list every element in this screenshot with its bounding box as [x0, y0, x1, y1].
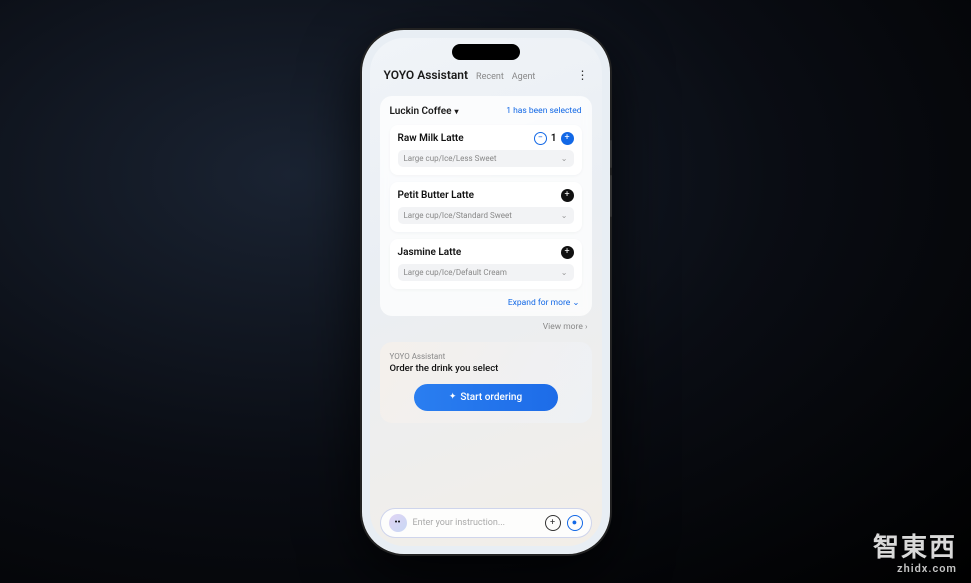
chevron-down-icon: ⌄	[572, 298, 579, 308]
action-card: YOYO Assistant Order the drink you selec…	[380, 342, 592, 423]
screen: YOYO Assistant Recent Agent ⋮ Luckin Cof…	[370, 38, 602, 546]
volume-button	[610, 140, 612, 168]
view-more-link[interactable]: View more ›	[380, 316, 592, 332]
list-item: Jasmine Latte + Large cup/Ice/Default Cr…	[390, 239, 582, 289]
dynamic-island	[452, 44, 520, 60]
start-ordering-button[interactable]: ✦ Start ordering	[414, 384, 558, 411]
options-text: Large cup/Ice/Less Sweet	[404, 154, 497, 163]
list-item: Raw Milk Latte − 1 + Large cup/Ice/Less …	[390, 125, 582, 175]
phone-frame: YOYO Assistant Recent Agent ⋮ Luckin Cof…	[362, 30, 610, 554]
plus-button[interactable]: +	[561, 132, 574, 145]
chevron-down-icon: ⌄	[561, 268, 568, 277]
content-area: Luckin Coffee ▾ 1 has been selected Raw …	[370, 88, 602, 498]
options-dropdown[interactable]: Large cup/Ice/Less Sweet ⌄	[398, 150, 574, 167]
options-text: Large cup/Ice/Default Cream	[404, 268, 507, 277]
options-dropdown[interactable]: Large cup/Ice/Default Cream ⌄	[398, 264, 574, 281]
item-name: Raw Milk Latte	[398, 133, 530, 144]
selected-count: 1 has been selected	[506, 106, 581, 116]
watermark: 智東西 zhidx.com	[873, 534, 957, 575]
item-name: Petit Butter Latte	[398, 190, 557, 201]
app-title: YOYO Assistant	[384, 68, 469, 82]
chevron-down-icon: ⌄	[561, 154, 568, 163]
expand-for-more[interactable]: Expand for more ⌄	[390, 296, 582, 310]
store-label: Luckin Coffee	[390, 106, 452, 117]
more-options-icon[interactable]: ⋮	[577, 68, 588, 82]
tab-agent[interactable]: Agent	[512, 72, 536, 82]
instruction-input-bar[interactable]: •• Enter your instruction... + ●	[380, 508, 592, 538]
quantity-value: 1	[551, 133, 557, 144]
item-name: Jasmine Latte	[398, 247, 557, 258]
store-row: Luckin Coffee ▾ 1 has been selected	[390, 106, 582, 117]
sparkle-icon: ✦	[449, 392, 457, 402]
action-title: Order the drink you select	[390, 363, 582, 374]
start-button-label: Start ordering	[460, 392, 522, 403]
store-selector[interactable]: Luckin Coffee ▾	[390, 106, 459, 117]
input-placeholder: Enter your instruction...	[413, 518, 539, 528]
tab-recent[interactable]: Recent	[476, 72, 504, 82]
add-button[interactable]: +	[561, 189, 574, 202]
action-subtitle: YOYO Assistant	[390, 352, 582, 361]
chevron-right-icon: ›	[585, 322, 588, 332]
add-button[interactable]: +	[561, 246, 574, 259]
power-button	[610, 175, 612, 217]
add-attachment-button[interactable]: +	[545, 515, 561, 531]
quantity-stepper: − 1 +	[534, 132, 574, 145]
voice-input-button[interactable]: ●	[567, 515, 583, 531]
list-item: Petit Butter Latte + Large cup/Ice/Stand…	[390, 182, 582, 232]
options-text: Large cup/Ice/Standard Sweet	[404, 211, 512, 220]
options-dropdown[interactable]: Large cup/Ice/Standard Sweet ⌄	[398, 207, 574, 224]
chevron-down-icon: ⌄	[561, 211, 568, 220]
minus-button[interactable]: −	[534, 132, 547, 145]
bot-avatar-icon: ••	[389, 514, 407, 532]
caret-down-icon: ▾	[454, 107, 458, 116]
order-card: Luckin Coffee ▾ 1 has been selected Raw …	[380, 96, 592, 316]
